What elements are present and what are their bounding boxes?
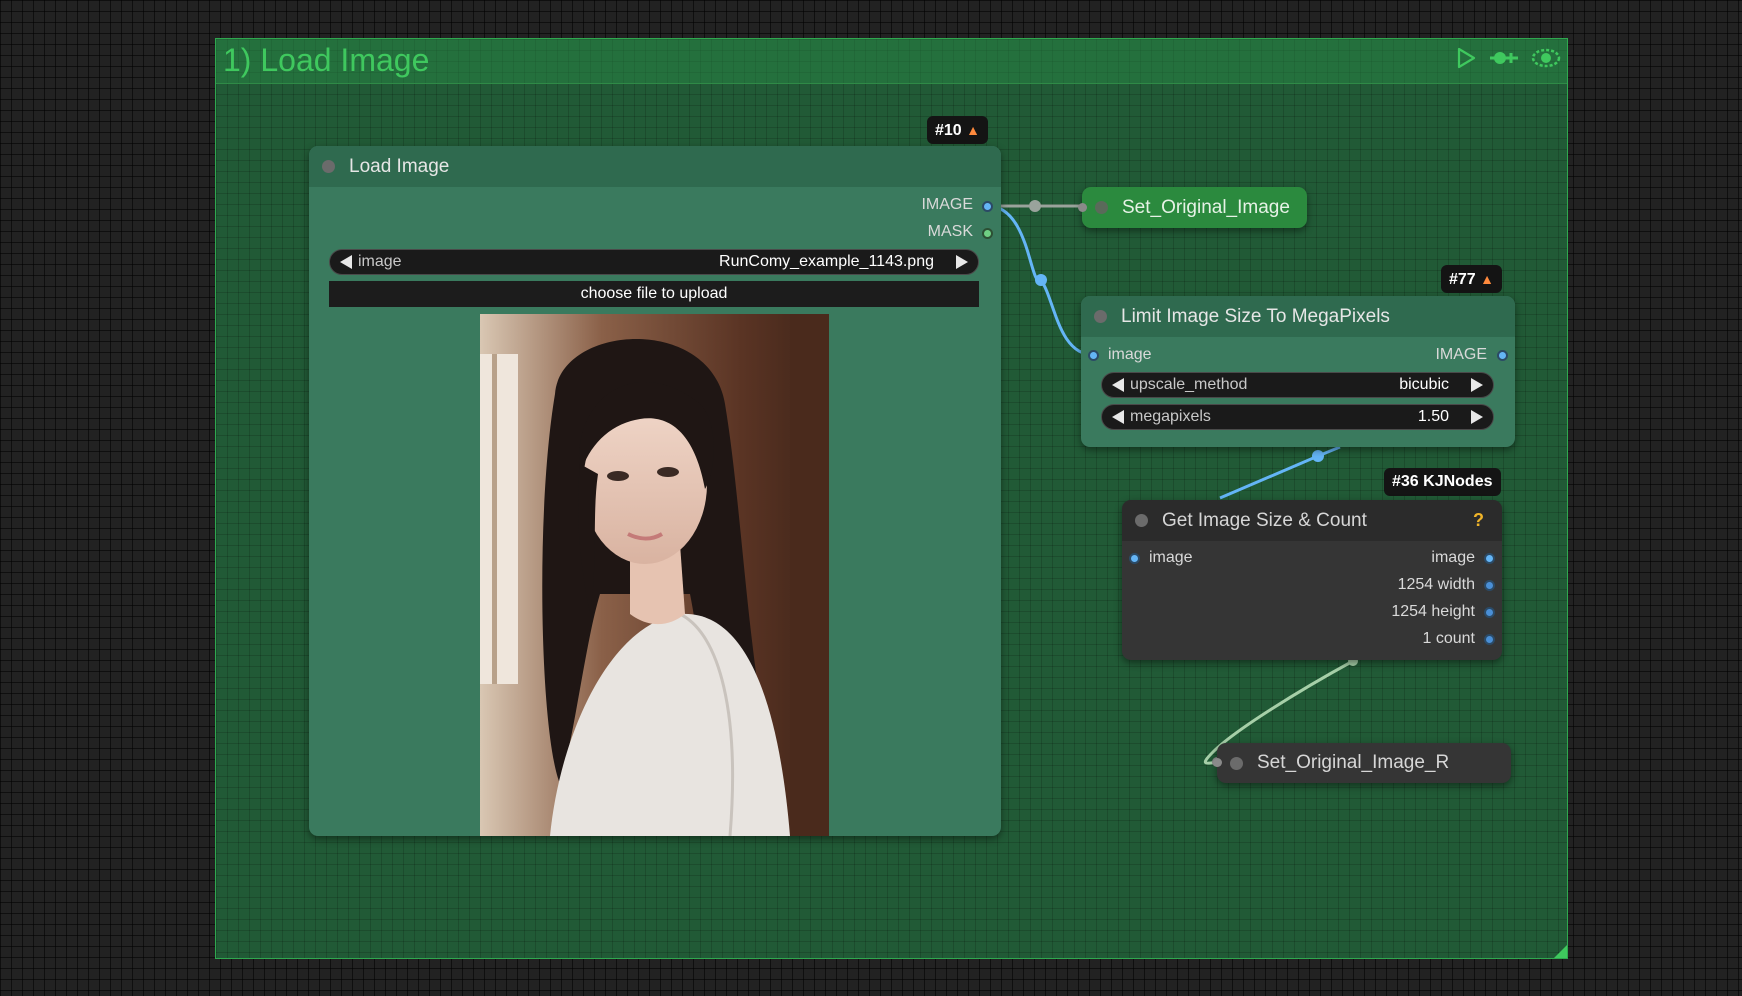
node-id-badge: #36 KJNodes <box>1384 468 1501 496</box>
link-midpoint <box>1035 274 1047 286</box>
output-slot-image[interactable] <box>1484 553 1495 564</box>
collapse-dot[interactable] <box>1095 201 1108 214</box>
fox-icon: ▲ <box>1480 271 1495 287</box>
output-slot-image[interactable] <box>982 201 993 212</box>
combo-prev-arrow[interactable] <box>1112 378 1124 392</box>
widget-name: image <box>358 253 402 270</box>
node-title: Set_Original_Image_R <box>1257 752 1450 773</box>
collapse-dot[interactable] <box>1230 757 1243 770</box>
upscale-method-widget[interactable]: upscale_method bicubic <box>1101 372 1494 398</box>
output-slot-width[interactable] <box>1484 580 1495 591</box>
image-combo-widget[interactable]: image RunComy_example_1143.png <box>329 249 979 275</box>
output-slot-count[interactable] <box>1484 634 1495 645</box>
get-image-size-count-node[interactable]: Get Image Size & Count ? image image 125… <box>1122 500 1502 660</box>
node-title-bar[interactable]: Limit Image Size To MegaPixels <box>1081 296 1515 337</box>
megapixels-widget[interactable]: megapixels 1.50 <box>1101 404 1494 430</box>
node-title: Load Image <box>349 156 450 177</box>
node-title: Set_Original_Image <box>1122 197 1290 218</box>
output-label-height: 1254 height <box>1391 603 1475 620</box>
collapse-dot[interactable] <box>1135 514 1148 527</box>
fox-icon: ▲ <box>966 122 981 138</box>
input-slot-image[interactable] <box>1129 553 1140 564</box>
node-title: Get Image Size & Count <box>1162 510 1367 531</box>
input-slot[interactable] <box>1078 203 1087 212</box>
combo-prev-arrow[interactable] <box>340 255 352 269</box>
output-slot-mask[interactable] <box>982 228 993 239</box>
badge-text: #77 <box>1449 271 1476 288</box>
output-label-width: 1254 width <box>1397 576 1475 593</box>
widget-name: megapixels <box>1130 408 1211 425</box>
image-preview <box>480 314 829 836</box>
input-label-image: image <box>1108 346 1152 363</box>
node-title-bar[interactable]: Get Image Size & Count ? <box>1122 500 1502 541</box>
node-id-badge: #77 ▲ <box>1441 265 1503 293</box>
link-midpoint <box>1312 450 1324 462</box>
input-label-image: image <box>1149 549 1193 566</box>
upload-button[interactable]: choose file to upload <box>329 281 979 307</box>
combo-next-arrow[interactable] <box>956 255 968 269</box>
node-id-badge: #10 ▲ <box>927 116 989 144</box>
input-slot[interactable] <box>1213 758 1222 767</box>
output-label-image: image <box>1431 549 1475 566</box>
input-slot-image[interactable] <box>1088 350 1099 361</box>
node-title: Limit Image Size To MegaPixels <box>1121 306 1390 327</box>
badge-text: #36 KJNodes <box>1392 473 1493 490</box>
collapse-dot[interactable] <box>322 160 335 173</box>
collapse-dot[interactable] <box>1094 310 1107 323</box>
widget-value: bicubic <box>1399 376 1449 393</box>
output-slot-height[interactable] <box>1484 607 1495 618</box>
set-original-image-r-node[interactable]: Set_Original_Image_R <box>1213 743 1511 783</box>
combo-next-arrow[interactable] <box>1471 378 1483 392</box>
limit-image-size-node[interactable]: Limit Image Size To MegaPixels image IMA… <box>1081 296 1515 447</box>
node-title-bar[interactable]: Load Image <box>309 146 1001 187</box>
output-slot-image[interactable] <box>1497 350 1508 361</box>
widget-value: 1.50 <box>1417 408 1449 425</box>
upload-button-label: choose file to upload <box>580 285 728 302</box>
widget-name: upscale_method <box>1130 376 1248 393</box>
load-image-node[interactable]: Load Image IMAGE MASK image RunComy_exam… <box>309 146 1001 836</box>
output-label-image: IMAGE <box>1435 346 1487 363</box>
increment-arrow[interactable] <box>1471 410 1483 424</box>
set-original-image-node[interactable]: Set_Original_Image <box>1078 187 1307 228</box>
help-icon[interactable]: ? <box>1473 500 1484 541</box>
decrement-arrow[interactable] <box>1112 410 1124 424</box>
widget-value: RunComy_example_1143.png <box>719 253 934 270</box>
link-midpoint <box>1029 200 1041 212</box>
output-label-count: 1 count <box>1422 630 1475 647</box>
output-label-mask: MASK <box>927 223 973 240</box>
output-label-image: IMAGE <box>921 196 973 213</box>
badge-text: #10 <box>935 122 962 139</box>
